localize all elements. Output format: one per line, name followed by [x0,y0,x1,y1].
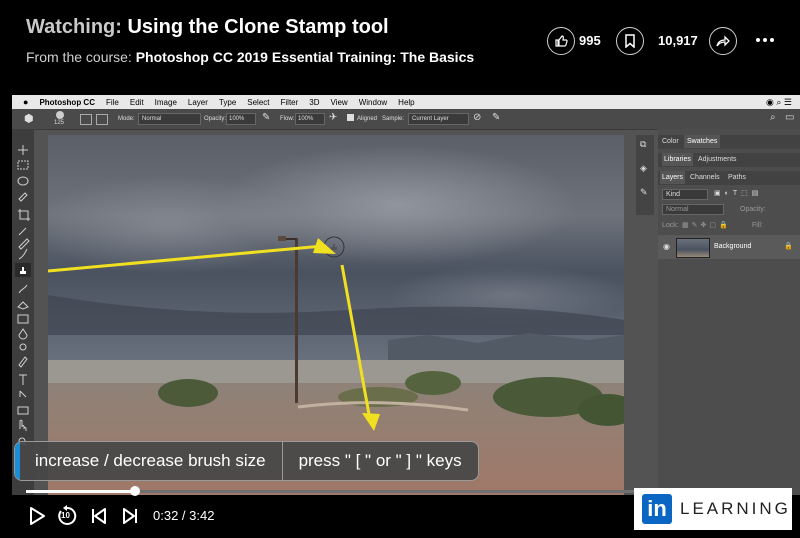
like-count: 995 [579,33,601,48]
time-display: 0:32 / 3:42 [153,508,214,523]
menu-help[interactable]: Help [398,98,414,107]
like-button[interactable] [547,27,575,55]
opacity-field[interactable]: 100% [226,113,256,125]
menu-image[interactable]: Image [155,98,177,107]
sample-select[interactable]: Current Layer [408,113,469,125]
course-title-link[interactable]: Photoshop CC 2019 Essential Training: Th… [136,49,474,65]
menu-type[interactable]: Type [219,98,236,107]
lock-label: Lock: [662,222,679,229]
airbrush-icon[interactable]: ✈ [329,112,337,123]
right-panels: Color Swatches Libraries Adjustments Lay… [658,129,800,495]
video-title-text: Using the Clone Stamp tool [127,16,389,38]
play-icon[interactable] [28,506,46,526]
linkedin-learning-logo: in LEARNING [634,488,792,530]
clone-stamp-tool-icon[interactable]: ⬢ [24,112,34,125]
course-prefix: From the course: [26,49,132,65]
layer-filter-icons[interactable]: ▣◐T⬚▤ [714,189,762,197]
blend-mode-select[interactable]: Normal [662,204,724,215]
brushes-icon: ✎ [640,187,648,197]
caption-keys: press " [ " or " ] " keys [298,451,462,470]
thumbs-up-icon [555,35,568,47]
menubar-status-icons: ◉ ⌕ ☰ [766,96,792,107]
tab-paths[interactable]: Paths [728,174,746,181]
search-icon[interactable]: ⌕ [770,112,776,123]
tab-adjustments[interactable]: Adjustments [698,156,737,163]
save-count: 10,917 [658,33,698,48]
more-options-icon[interactable] [756,38,774,42]
options-bar: ⬢ 125 Mode: Normal Opacity: 100% ✎ Flow:… [12,109,800,130]
sample-label: Sample: [382,116,405,122]
menu-edit[interactable]: Edit [130,98,144,107]
rewind-seconds: 10 [61,511,70,520]
progress-fill [26,490,135,493]
collapsed-panel-icons[interactable]: ⧉ ◈ ✎ [636,135,654,215]
rewind-10-button[interactable]: 10 [56,505,78,527]
mode-select[interactable]: Normal [138,113,201,125]
brush-size: 125 [54,120,65,126]
save-button[interactable] [616,27,644,55]
learning-wordmark: LEARNING [680,499,791,518]
caption-brush-size: increase / decrease brush size [15,442,283,480]
mac-menubar: ● Photoshop CC File Edit Image Layer Typ… [12,95,800,109]
ignore-adjustment-icon[interactable]: ⊘ [473,112,481,123]
kind-filter-label: Kind [666,191,681,198]
opacity-label: Opacity: [204,116,227,122]
flow-field[interactable]: 100% [295,113,325,125]
tab-swatches[interactable]: Swatches [684,135,721,148]
menu-select[interactable]: Select [247,98,269,107]
aligned-label: Aligned [357,116,378,122]
duration: 3:42 [189,508,215,523]
menu-window[interactable]: Window [359,98,387,107]
tab-channels[interactable]: Channels [690,174,720,181]
eye-icon[interactable]: ◉ [663,242,670,251]
previous-icon[interactable] [90,507,108,525]
properties-icon: ◈ [640,163,647,173]
kind-filter-select[interactable]: Kind [662,189,708,200]
flow-label: Flow: [280,116,295,122]
layer-lock-icon: 🔒 [784,243,793,250]
layer-name[interactable]: Background [714,243,751,250]
bookmark-icon [625,34,635,48]
tab-color[interactable]: Color [662,138,679,145]
progress-scrubber[interactable] [130,486,140,496]
brush-preview-icon[interactable] [56,111,64,119]
aligned-checkbox[interactable] [347,114,354,121]
layer-opacity-label: Opacity: [740,206,766,213]
menu-view[interactable]: View [331,98,348,107]
menu-file[interactable]: File [106,98,119,107]
course-subtitle: From the course: Photoshop CC 2019 Essen… [26,49,474,65]
caption-overlay: increase / decrease brush size press " [… [14,441,479,481]
lock-icons[interactable]: ▦✎✥▢🔒 [682,221,731,229]
watching-prefix: Watching: [26,16,122,38]
current-time: 0:32 [153,508,179,523]
share-button[interactable] [709,27,737,55]
mode-label: Mode: [118,116,135,122]
workspace-icon[interactable]: ▭ [785,112,794,123]
linkedin-in-icon: in [642,494,672,524]
video-frame[interactable]: ● Photoshop CC File Edit Image Layer Typ… [12,95,800,495]
history-icon: ⧉ [640,139,647,149]
layer-thumbnail [676,238,710,258]
video-title: Watching: Using the Clone Stamp tool [26,16,389,39]
next-icon[interactable] [121,507,139,525]
pressure-size-icon[interactable]: ✎ [492,112,500,123]
fill-label: Fill: [752,222,763,229]
time-separator: / [178,508,190,523]
menu-filter[interactable]: Filter [281,98,299,107]
tab-libraries[interactable]: Libraries [662,153,693,166]
share-arrow-icon [716,35,730,47]
tab-layers[interactable]: Layers [660,171,686,184]
pressure-opacity-icon[interactable]: ✎ [262,112,270,123]
menu-3d[interactable]: 3D [309,98,319,107]
app-name: Photoshop CC [39,97,95,107]
blend-mode-value: Normal [666,206,689,213]
clone-source-icon[interactable] [96,114,108,125]
layer-row-background[interactable]: ◉ Background 🔒 [658,235,800,259]
menu-layer[interactable]: Layer [188,98,208,107]
brush-panel-icon[interactable] [80,114,92,125]
apple-icon: ● [23,97,29,107]
